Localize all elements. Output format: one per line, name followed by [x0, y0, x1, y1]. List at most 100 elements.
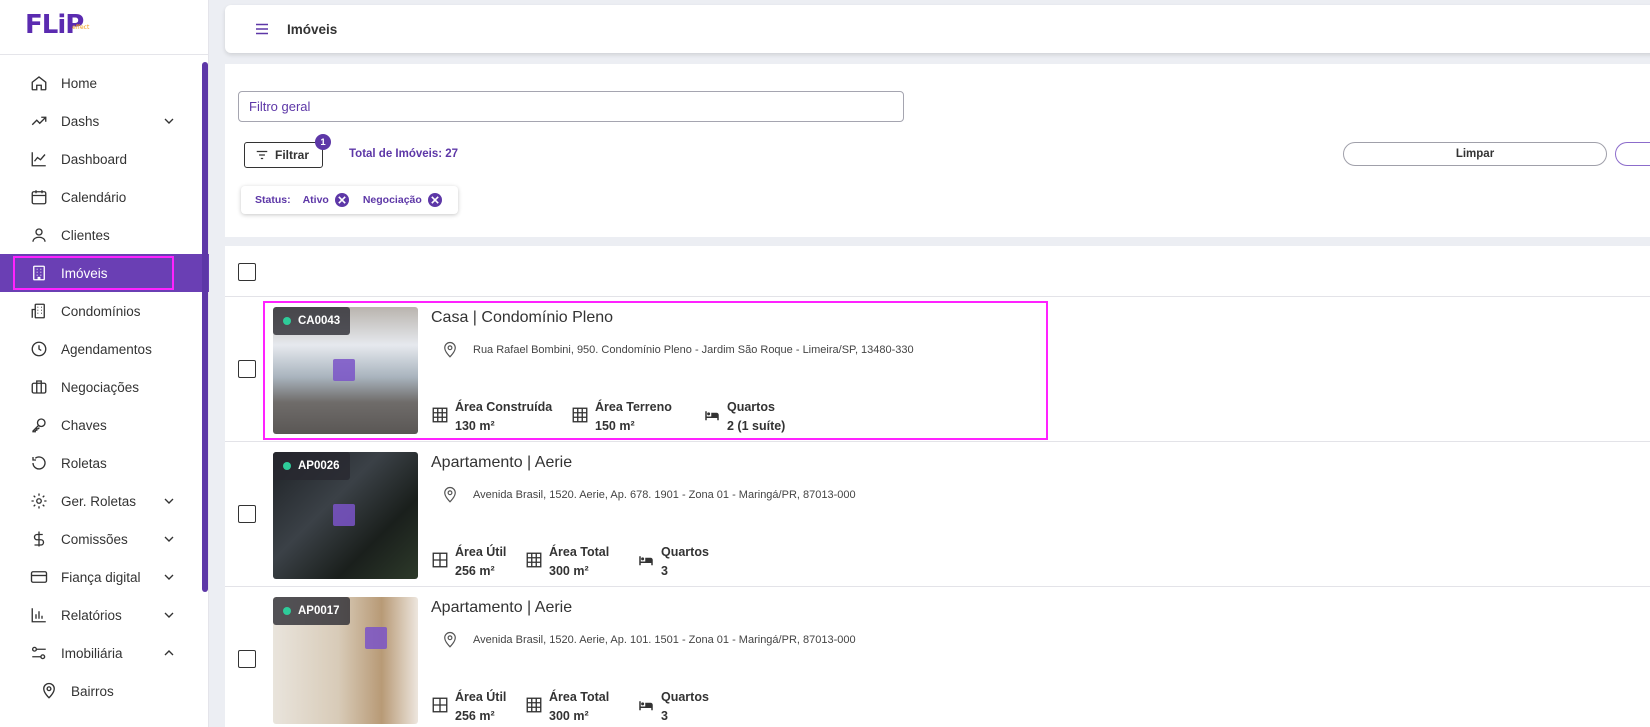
- sidebar-item-label: Condomínios: [61, 303, 141, 319]
- chevron-down-icon: [161, 493, 177, 509]
- row-checkbox[interactable]: [238, 505, 256, 523]
- top-bar: Imóveis: [225, 5, 1650, 53]
- stat-value: 300 m²: [549, 709, 589, 723]
- sidebar-item-relatorios[interactable]: Relatórios: [0, 596, 209, 634]
- home-icon: [29, 73, 49, 93]
- clear-filters-button[interactable]: Limpar: [1343, 142, 1607, 166]
- sidebar-item-ger-roletas[interactable]: Ger. Roletas: [0, 482, 209, 520]
- stat-label: Quartos: [727, 400, 775, 414]
- trend-icon: [29, 111, 49, 131]
- map-pin-icon: [441, 486, 459, 504]
- page-title: Imóveis: [287, 21, 338, 37]
- property-photo[interactable]: CA0043: [273, 307, 418, 434]
- stat-quartos: Quartos 2 (1 suíte): [703, 398, 785, 436]
- area-grid-icon: [525, 696, 543, 714]
- sidebar-item-imobiliaria[interactable]: Imobiliária: [0, 634, 209, 672]
- sidebar-item-dashs[interactable]: Dashs: [0, 102, 209, 140]
- sidebar-item-label: Fiança digital: [61, 569, 141, 585]
- stat-area-terreno: Área Terreno 150 m²: [571, 398, 672, 436]
- property-row[interactable]: CA0043 Casa | Condomínio Pleno Rua Rafae…: [225, 297, 1650, 442]
- sidebar-item-negociacoes[interactable]: Negociações: [0, 368, 209, 406]
- property-row[interactable]: AP0026 Apartamento | Aerie Avenida Brasi…: [225, 442, 1650, 587]
- secondary-action-button[interactable]: [1615, 142, 1650, 166]
- property-code: AP0017: [298, 605, 340, 617]
- building-icon: [29, 263, 49, 283]
- brand-logo[interactable]: FLiP effect: [25, 12, 89, 38]
- property-code: CA0043: [298, 315, 341, 327]
- sidebar-item-bairros[interactable]: Bairros: [0, 672, 209, 710]
- sidebar-menu: Home Dashs Dashboard Calendário Clientes…: [0, 64, 209, 710]
- filter-count-badge: 1: [315, 134, 331, 150]
- stat-quartos: Quartos 3: [637, 688, 709, 726]
- property-title[interactable]: Casa | Condomínio Pleno: [431, 309, 613, 327]
- sidebar-item-agendamentos[interactable]: Agendamentos: [0, 330, 209, 368]
- stat-label: Área Total: [549, 545, 610, 559]
- dollar-icon: [29, 529, 49, 549]
- stat-value: 256 m²: [455, 709, 495, 723]
- briefcase-icon: [29, 377, 49, 397]
- chevron-up-icon: [161, 645, 177, 661]
- filter-button[interactable]: Filtrar: [244, 142, 323, 168]
- stat-label: Quartos: [661, 545, 709, 559]
- sidebar-item-clientes[interactable]: Clientes: [0, 216, 209, 254]
- chevron-down-icon: [161, 569, 177, 585]
- property-title[interactable]: Apartamento | Aerie: [431, 454, 572, 472]
- sidebar-item-label: Bairros: [71, 683, 114, 699]
- area-grid-icon: [571, 406, 589, 424]
- sidebar-item-roletas[interactable]: Roletas: [0, 444, 209, 482]
- general-filter-input[interactable]: [238, 91, 904, 122]
- sidebar-scrollbar[interactable]: [202, 62, 208, 592]
- sidebar-item-condominios[interactable]: Condomínios: [0, 292, 209, 330]
- stat-label: Área Construída: [455, 400, 553, 414]
- property-title[interactable]: Apartamento | Aerie: [431, 599, 572, 617]
- filter-chip-negociacao: Negociação: [363, 193, 442, 207]
- sidebar-item-label: Imobiliária: [61, 645, 123, 661]
- stat-label: Área Terreno: [595, 400, 672, 414]
- chip-remove-icon[interactable]: [334, 193, 349, 207]
- property-address: Avenida Brasil, 1520. Aerie, Ap. 101. 15…: [441, 631, 856, 649]
- address-text: Avenida Brasil, 1520. Aerie, Ap. 678. 19…: [473, 489, 856, 501]
- area-square-icon: [431, 551, 449, 569]
- credit-card-icon: [29, 567, 49, 587]
- area-square-icon: [431, 696, 449, 714]
- map-pin-icon: [441, 341, 459, 359]
- list-header: [225, 246, 1650, 297]
- sidebar-item-label: Clientes: [61, 227, 110, 243]
- filter-panel: Filtrar 1 Total de Imóveis: 27 Limpar St…: [225, 64, 1650, 237]
- stat-area-total: Área Total 300 m²: [525, 543, 609, 581]
- chip-label: Negociação: [362, 194, 422, 206]
- status-chip-label: Status:: [255, 194, 291, 206]
- sidebar-item-imoveis[interactable]: Imóveis: [0, 254, 209, 292]
- sidebar-item-label: Chaves: [61, 417, 107, 433]
- sidebar-item-label: Negociações: [61, 379, 140, 395]
- chip-remove-icon[interactable]: [427, 193, 442, 207]
- sidebar-item-label: Calendário: [61, 189, 127, 205]
- sidebar-item-comissoes[interactable]: Comissões: [0, 520, 209, 558]
- sidebar-item-fianca-digital[interactable]: Fiança digital: [0, 558, 209, 596]
- filter-icon: [255, 148, 269, 162]
- row-checkbox[interactable]: [238, 360, 256, 378]
- sidebar-item-label: Relatórios: [61, 607, 122, 623]
- key-icon: [29, 415, 49, 435]
- sidebar-item-calendario[interactable]: Calendário: [0, 178, 209, 216]
- stat-area-total: Área Total 300 m²: [525, 688, 609, 726]
- row-checkbox[interactable]: [238, 650, 256, 668]
- property-code-badge: CA0043: [273, 307, 351, 335]
- area-grid-icon: [431, 406, 449, 424]
- sidebar-item-chaves[interactable]: Chaves: [0, 406, 209, 444]
- area-grid-icon: [525, 551, 543, 569]
- sidebar-item-dashboard[interactable]: Dashboard: [0, 140, 209, 178]
- sidebar: FLiP effect Home Dashs Dashboard Calendár…: [0, 0, 209, 727]
- property-photo[interactable]: AP0026: [273, 452, 418, 579]
- logo-area: FLiP effect: [0, 0, 208, 55]
- menu-hamburger-icon[interactable]: [253, 20, 271, 38]
- filter-chip-ativo: Ativo: [303, 193, 349, 207]
- sidebar-item-home[interactable]: Home: [0, 64, 209, 102]
- property-row[interactable]: AP0017 Apartamento | Aerie Avenida Brasi…: [225, 587, 1650, 727]
- select-all-checkbox[interactable]: [238, 263, 256, 281]
- property-photo[interactable]: AP0017: [273, 597, 418, 724]
- buildings-icon: [29, 301, 49, 321]
- property-list: CA0043 Casa | Condomínio Pleno Rua Rafae…: [225, 246, 1650, 727]
- sidebar-item-label: Agendamentos: [61, 341, 152, 357]
- stat-label: Área Útil: [455, 545, 507, 559]
